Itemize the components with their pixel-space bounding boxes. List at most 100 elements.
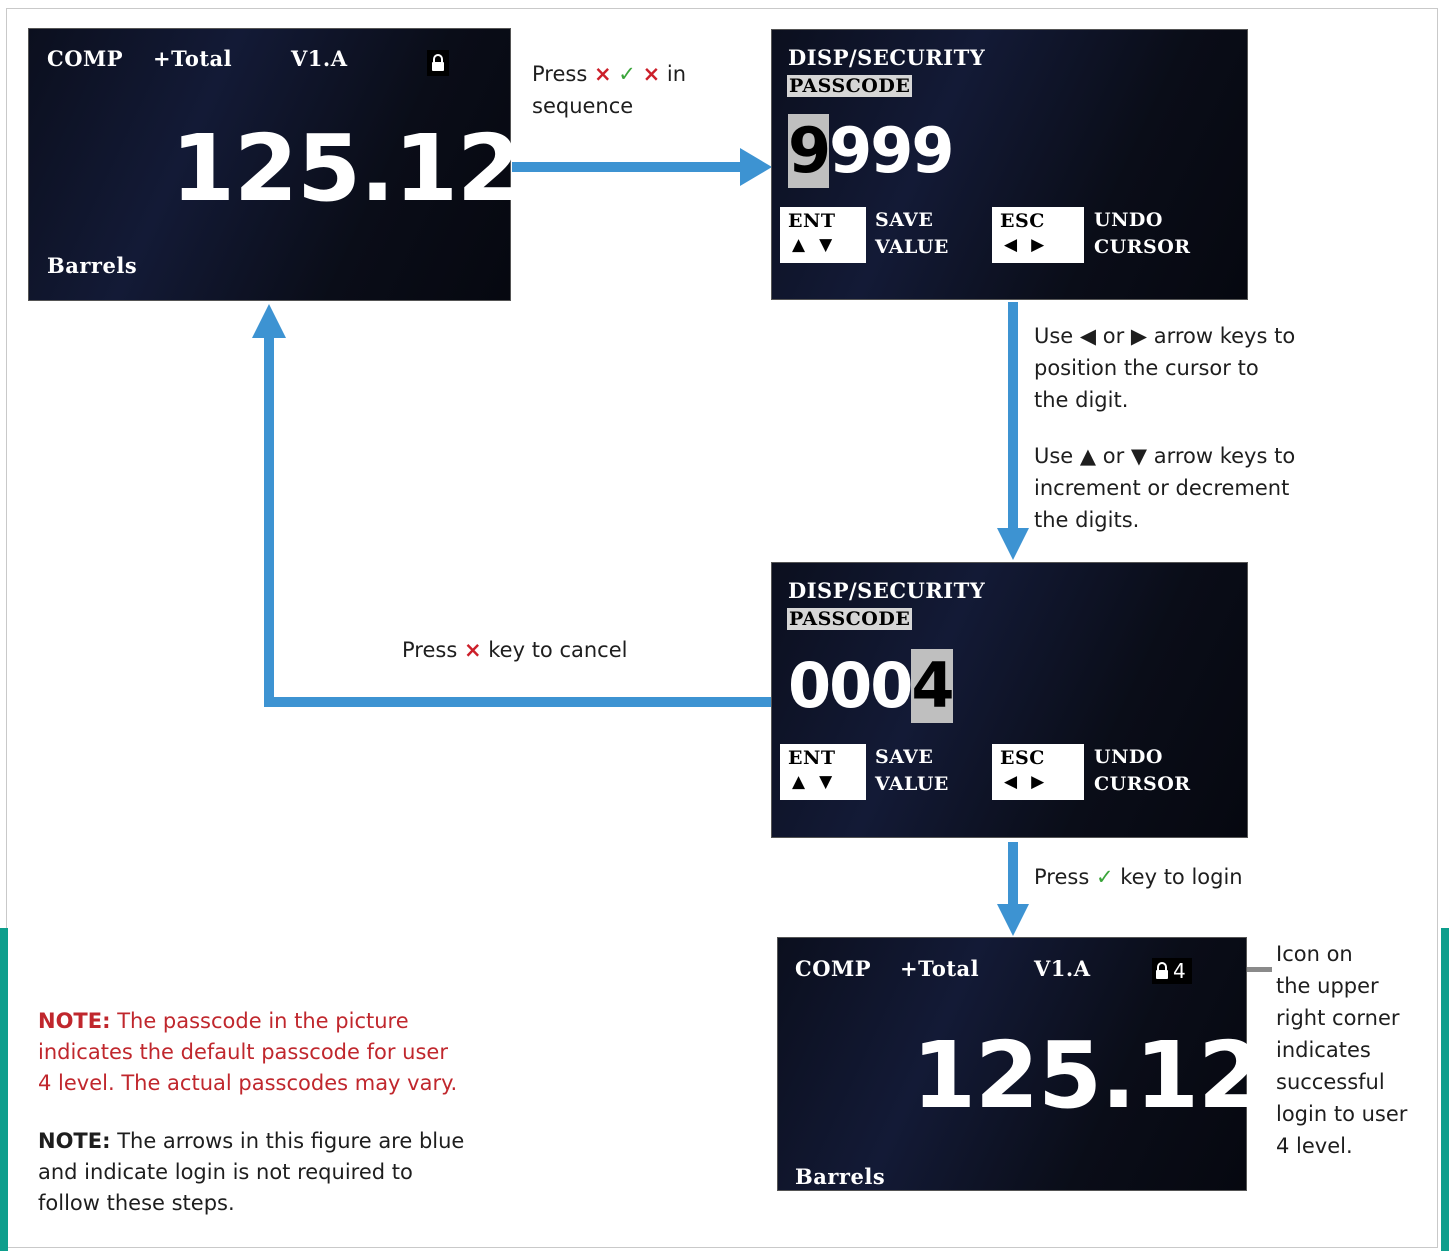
note-line: The arrows in this figure are blue bbox=[117, 1129, 465, 1153]
esc-desc-line2: CURSOR bbox=[1094, 773, 1191, 795]
screen-main-display: COMP +Total V1.A 125.12 Barrels bbox=[28, 28, 521, 301]
caption-line: the digits. bbox=[1034, 508, 1140, 532]
menu-title: DISP/SECURITY bbox=[788, 45, 986, 70]
user-level-badge: 4 bbox=[1152, 958, 1192, 984]
esc-desc-line1: UNDO bbox=[1094, 746, 1163, 768]
note-label: NOTE: bbox=[38, 1009, 111, 1033]
status-channel: V1.A bbox=[1034, 956, 1091, 981]
lock-icon bbox=[427, 50, 449, 76]
caption-line: Use ▲ or ▼ arrow keys to bbox=[1034, 444, 1296, 468]
cancel-key-icon: × bbox=[593, 62, 612, 86]
passcode-digits: 0 0 0 4 bbox=[788, 649, 955, 723]
arrow-to-edit-head bbox=[997, 528, 1029, 560]
arrow-to-login-line bbox=[1008, 842, 1018, 906]
unit-label: Barrels bbox=[47, 253, 138, 278]
screen-logged-in: COMP +Total V1.A 4 125.12 Barrels bbox=[777, 937, 1262, 1191]
passcode-digit: 0 bbox=[829, 649, 872, 722]
caption-icon-note: Icon on the upper right corner indicates… bbox=[1276, 938, 1407, 1162]
menu-title: DISP/SECURITY bbox=[788, 578, 986, 603]
esc-key-desc: UNDO CURSOR bbox=[1094, 207, 1191, 261]
arrow-cancel-vertical bbox=[264, 334, 274, 707]
esc-key-box: ESC ◀▶ bbox=[992, 207, 1084, 263]
caption-line: the upper bbox=[1276, 974, 1379, 998]
check-key-icon: ✓ bbox=[618, 62, 636, 86]
passcode-digit: 0 bbox=[788, 649, 831, 722]
note-default-passcode: NOTE: The passcode in the picture indica… bbox=[38, 1006, 457, 1099]
caption-cancel: Press × key to cancel bbox=[402, 634, 627, 666]
caption-line: successful bbox=[1276, 1070, 1385, 1094]
passcode-digit-cursor: 4 bbox=[911, 649, 955, 723]
note-label: NOTE: bbox=[38, 1129, 111, 1153]
esc-key-box: ESC ◀▶ bbox=[992, 744, 1084, 800]
check-key-icon: ✓ bbox=[1095, 865, 1114, 889]
caption-line: Use ◀ or ▶ arrow keys to bbox=[1034, 324, 1296, 348]
caption-text: key to login bbox=[1120, 865, 1243, 889]
note-line: 4 level. The actual passcodes may vary. bbox=[38, 1071, 458, 1095]
up-down-icon: ▲▼ bbox=[792, 235, 847, 255]
passcode-digit: 9 bbox=[870, 114, 913, 187]
arrow-to-edit-line bbox=[1008, 302, 1018, 532]
ent-key-label: ENT bbox=[788, 747, 836, 769]
ent-key-label: ENT bbox=[788, 210, 836, 232]
caption-line: the digit. bbox=[1034, 388, 1129, 412]
note-line: The passcode in the picture bbox=[117, 1009, 409, 1033]
lock-icon bbox=[1156, 962, 1168, 979]
caption-text: Press bbox=[402, 638, 458, 662]
screen-passcode-edited: DISP/SECURITY PASSCODE 0 0 0 4 ENT ▲▼ SA… bbox=[771, 562, 1248, 838]
status-total: +Total bbox=[153, 46, 233, 71]
status-mode: COMP bbox=[47, 46, 124, 71]
caption-press-sequence: Press × ✓ × in sequence bbox=[532, 58, 686, 122]
esc-key-desc: UNDO CURSOR bbox=[1094, 744, 1191, 798]
arrow-to-passcode-head bbox=[740, 148, 772, 186]
ent-key-box: ENT ▲▼ bbox=[780, 207, 866, 263]
ent-desc-line1: SAVE bbox=[875, 746, 934, 768]
esc-desc-line2: CURSOR bbox=[1094, 236, 1191, 258]
esc-key-label: ESC bbox=[1000, 210, 1045, 232]
note-line: indicates the default passcode for user bbox=[38, 1040, 448, 1064]
up-down-icon: ▲▼ bbox=[792, 772, 847, 792]
caption-line: right corner bbox=[1276, 1006, 1400, 1030]
ent-key-desc: SAVE VALUE bbox=[875, 744, 949, 798]
caption-line: 4 level. bbox=[1276, 1134, 1353, 1158]
left-right-icon: ◀▶ bbox=[1004, 772, 1059, 792]
caption-line: indicates bbox=[1276, 1038, 1371, 1062]
passcode-digit: 9 bbox=[829, 114, 872, 187]
esc-desc-line1: UNDO bbox=[1094, 209, 1163, 231]
note-blue-arrows: NOTE: The arrows in this figure are blue… bbox=[38, 1126, 464, 1219]
esc-key-label: ESC bbox=[1000, 747, 1045, 769]
caption-line: increment or decrement bbox=[1034, 476, 1290, 500]
arrow-to-passcode-line bbox=[512, 162, 744, 172]
caption-line: login to user bbox=[1276, 1102, 1408, 1126]
ent-key-box: ENT ▲▼ bbox=[780, 744, 866, 800]
caption-line: position the cursor to bbox=[1034, 356, 1259, 380]
screen-passcode-entry: DISP/SECURITY PASSCODE 9 9 9 9 ENT ▲▼ SA… bbox=[771, 29, 1248, 300]
note-line: follow these steps. bbox=[38, 1191, 235, 1215]
passcode-digits: 9 9 9 9 bbox=[788, 114, 955, 188]
caption-text: Press bbox=[1034, 865, 1090, 889]
status-mode: COMP bbox=[795, 956, 872, 981]
ent-desc-line1: SAVE bbox=[875, 209, 934, 231]
status-channel: V1.A bbox=[291, 46, 348, 71]
ent-key-desc: SAVE VALUE bbox=[875, 207, 949, 261]
left-right-icon: ◀▶ bbox=[1004, 235, 1059, 255]
caption-line: Icon on bbox=[1276, 942, 1353, 966]
ent-desc-line2: VALUE bbox=[875, 236, 949, 258]
ent-desc-line2: VALUE bbox=[875, 773, 949, 795]
arrow-cancel-head bbox=[252, 304, 286, 338]
menu-subtitle: PASSCODE bbox=[787, 75, 913, 97]
caption-text: in bbox=[666, 62, 687, 86]
cancel-key-icon: × bbox=[642, 62, 661, 86]
menu-subtitle: PASSCODE bbox=[787, 608, 913, 630]
caption-text: key to cancel bbox=[488, 638, 628, 662]
caption-text: Press bbox=[532, 62, 588, 86]
passcode-digit-cursor: 9 bbox=[788, 114, 831, 188]
arrow-to-login-head bbox=[997, 904, 1029, 936]
note-line: and indicate login is not required to bbox=[38, 1160, 413, 1184]
passcode-digit: 0 bbox=[870, 649, 913, 722]
caption-login: Press ✓ key to login bbox=[1034, 861, 1243, 893]
cancel-key-icon: × bbox=[463, 638, 482, 662]
arrow-cancel-horizontal bbox=[264, 697, 772, 707]
caption-text: sequence bbox=[532, 94, 634, 118]
total-value: 125.12 bbox=[171, 115, 521, 222]
total-value: 125.12 bbox=[912, 1022, 1262, 1129]
